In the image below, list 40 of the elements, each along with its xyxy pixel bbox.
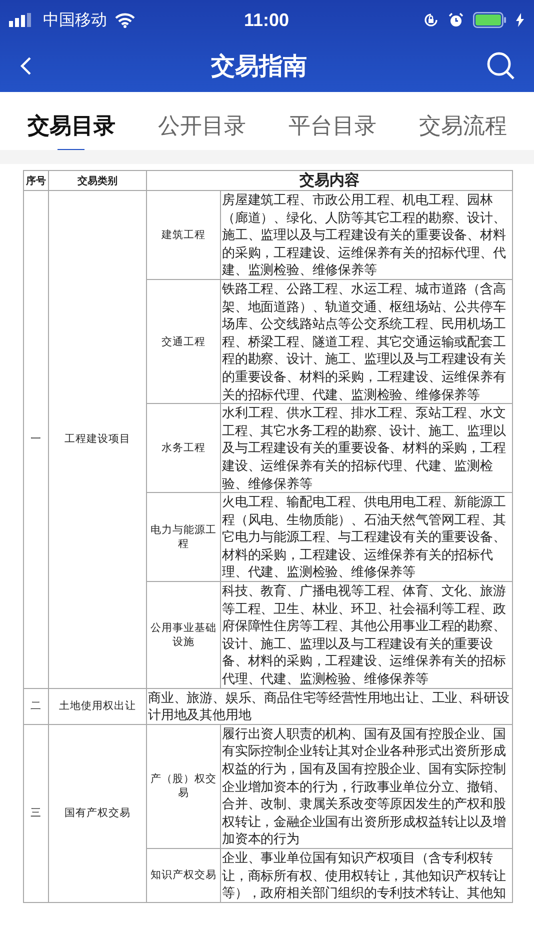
table-cell: 履行出资人职责的机构、国有及国有控股企业、国有实际控制企业转让其对企业各种形式出资所形成权益的行为，国有及国有控股企业、国有实际控制企业增加资本的行为，行政事业单位分立、撤销、合并、改制、隶属关系改变等原因发生的产权和股权转让，金融企业国有出资所形成权益转让以及增加资本的行为 [220,724,512,848]
back-button[interactable] [20,56,32,76]
table-cell: 二 [24,688,48,724]
table-cell: 交通工程 [146,279,220,404]
column-header: 交易类别 [48,170,146,190]
table-cell: 水务工程 [146,404,220,493]
chevron-left-icon [20,56,32,76]
battery-icon [472,12,507,28]
alarm-icon [448,12,464,28]
tab[interactable]: 交易目录 [27,103,116,153]
column-header: 序号 [24,170,48,190]
table-cell: 知识产权交易 [146,848,220,902]
table-cell: 工程建设项目 [48,190,146,688]
table-cell: 一 [24,190,48,688]
clock-time: 11:00 [244,10,290,30]
table-cell: 商业、旅游、娱乐、商品住宅等经营性用地出让、工业、科研设计用地及其他用地 [146,688,512,724]
table-cell: 产（股）权交易 [146,724,220,848]
table-cell: 电力与能源工程 [146,492,220,582]
search-icon [486,51,516,81]
column-header: 交易内容 [146,170,512,190]
table-cell: 公用事业基础设施 [146,582,220,688]
table-cell: 企业、事业单位国有知识产权项目（含专利权转让，商标所有权、使用权转让，其他知识产权转让等），政府相关部门组织的专利技术转让、其他知 [220,848,512,902]
table-cell: 房屋建筑工程、市政公用工程、机电工程、园林（廊道）、绿化、人防等其它工程的勘察、设计、施工、监理以及与工程建设有关的重要设备、材料的采购，工程建设、运维保养有关的招标代理、代建、监测检验、维修保养等 [220,190,512,280]
page-title: 交易指南 [211,52,307,82]
charging-bolt-icon [516,13,524,27]
wifi-icon [115,12,135,28]
table-cell: 建筑工程 [146,190,220,280]
carrier-name: 中国移动 [43,10,107,30]
table-cell: 三 [24,724,48,902]
tab[interactable]: 公开目录 [158,103,246,153]
tab[interactable]: 交易流程 [418,103,507,153]
table-cell: 火电工程、输配电工程、供电用电工程、新能源工程（风电、生物质能）、石油天然气管网工程、其它电力与能源工程、与工程建设有关的重要设备、材料的采购，工程建设、运维保养有关的招标代理、代建、监测检验、维修保养等 [220,492,512,582]
search-button[interactable] [486,51,516,81]
rotation-lock-icon [422,12,439,28]
table-cell: 科技、教育、广播电视等工程、体育、文化、旅游等工程、卫生、林业、环卫、社会福利等工程、政府保障性住房等工程、其他公用事业工程的勘察、设计、施工、监理以及与工程建设有关的重要设备、材料的采购，工程建设、运维保养有关的招标代理、代建、监测检验、维修保养等 [220,582,512,688]
table-cell: 土地使用权出让 [48,688,146,724]
tab[interactable]: 平台目录 [288,103,376,153]
table-cell: 水利工程、供水工程、排水工程、泵站工程、水文工程、其它水务工程的勘察、设计、施工、监理以及与工程建设有关的重要设备、材料的采购，工程建设、运维保养有关的招标代理、代建、监测检验、维修保养等 [220,404,512,493]
table-cell: 国有产权交易 [48,724,146,902]
table-cell: 铁路工程、公路工程、水运工程、城市道路（含高架、地面道路）、轨道交通、枢纽场站、公共停车场库、公交线路站点等公交系统工程、民用机场工程、桥梁工程、隧道工程、其它交通运输或配套工程的勘察、设计、施工、监理以及与工程建设有关的重要设备、材料的采购，工程建设、运维保养有关的招标代理、代建、监测检验、维修保养等 [220,279,512,404]
